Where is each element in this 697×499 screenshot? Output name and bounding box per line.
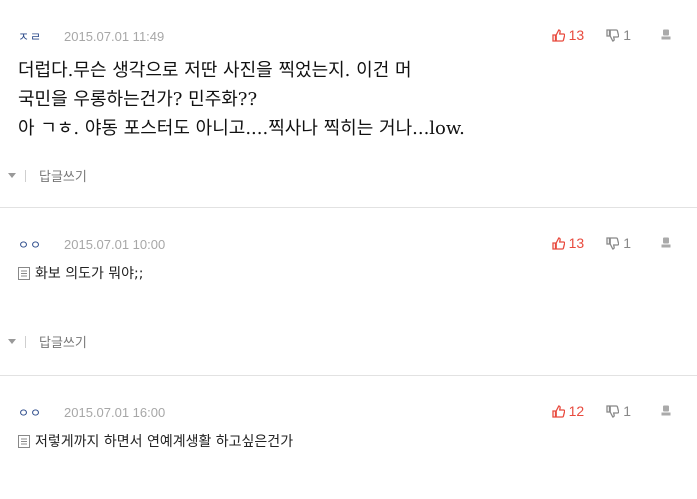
- comment-author[interactable]: ㅇㅇ: [18, 236, 58, 253]
- dislike-count: 1: [623, 235, 631, 251]
- report-button[interactable]: [661, 237, 671, 249]
- reply-toggle[interactable]: 답글쓰기: [8, 332, 87, 351]
- thumbs-down-icon: [606, 404, 620, 418]
- dislike-button[interactable]: 1: [606, 27, 631, 43]
- comment-item: ㅇㅇ 2015.07.01 16:00 12 1 저렇게까지 하면서 연예계생활…: [0, 376, 697, 499]
- dislike-button[interactable]: 1: [606, 403, 631, 419]
- report-icon: [661, 405, 671, 416]
- like-button[interactable]: 13: [551, 235, 585, 251]
- comment-body: 더럽다.무슨 생각으로 저딴 사진을 찍었는지. 이건 머 국민을 우롱하는건가…: [18, 60, 465, 139]
- triangle-down-icon: [8, 173, 16, 178]
- vote-group: 13 1: [551, 26, 671, 44]
- like-button[interactable]: 13: [551, 27, 585, 43]
- report-icon: [661, 237, 671, 248]
- memo-icon: [18, 266, 30, 280]
- thumbs-down-icon: [606, 236, 620, 250]
- reply-toggle[interactable]: 답글쓰기: [8, 166, 87, 185]
- triangle-down-icon: [8, 339, 16, 344]
- comment-body: 화보 의도가 뭐야;;: [18, 263, 144, 283]
- separator: [25, 169, 26, 182]
- like-count: 13: [568, 235, 585, 251]
- comment-date: 2015.07.01 10:00: [64, 236, 166, 252]
- comment-text: 화보 의도가 뭐야;;: [35, 266, 144, 282]
- memo-icon: [18, 434, 30, 448]
- comment-item: ㅈㄹ 2015.07.01 11:49 13 1 더럽다.무슨 생각으로 저딴 …: [0, 0, 697, 207]
- like-count: 13: [568, 27, 585, 43]
- report-button[interactable]: [661, 29, 671, 41]
- comment-meta: ㅇㅇ 2015.07.01 10:00: [18, 236, 165, 252]
- comment-text: 저렇게까지 하면서 연예계생활 하고싶은건가: [35, 434, 294, 450]
- thumbs-up-icon: [551, 236, 565, 250]
- vote-group: 12 1: [551, 402, 671, 420]
- comment-meta: ㅈㄹ 2015.07.01 11:49: [18, 28, 164, 44]
- thumbs-down-icon: [606, 28, 620, 42]
- comment-date: 2015.07.01 11:49: [64, 28, 165, 44]
- thumbs-up-icon: [551, 28, 565, 42]
- report-button[interactable]: [661, 405, 671, 417]
- reply-label: 답글쓰기: [39, 336, 87, 351]
- dislike-count: 1: [623, 27, 631, 43]
- comment-item: ㅇㅇ 2015.07.01 10:00 13 1 화보 의도가 뭐야;; 답글쓰…: [0, 208, 697, 375]
- dislike-button[interactable]: 1: [606, 235, 631, 251]
- comment-body: 저렇게까지 하면서 연예계생활 하고싶은건가: [18, 431, 293, 451]
- like-count: 12: [568, 403, 585, 419]
- comment-author[interactable]: ㅇㅇ: [18, 404, 58, 421]
- vote-group: 13 1: [551, 234, 671, 252]
- separator: [25, 335, 26, 348]
- comment-date: 2015.07.01 16:00: [64, 404, 166, 420]
- reply-label: 답글쓰기: [39, 170, 87, 185]
- like-button[interactable]: 12: [551, 403, 585, 419]
- comment-meta: ㅇㅇ 2015.07.01 16:00: [18, 404, 165, 420]
- comment-author[interactable]: ㅈㄹ: [18, 28, 58, 45]
- thumbs-up-icon: [551, 404, 565, 418]
- report-icon: [661, 29, 671, 40]
- dislike-count: 1: [623, 403, 631, 419]
